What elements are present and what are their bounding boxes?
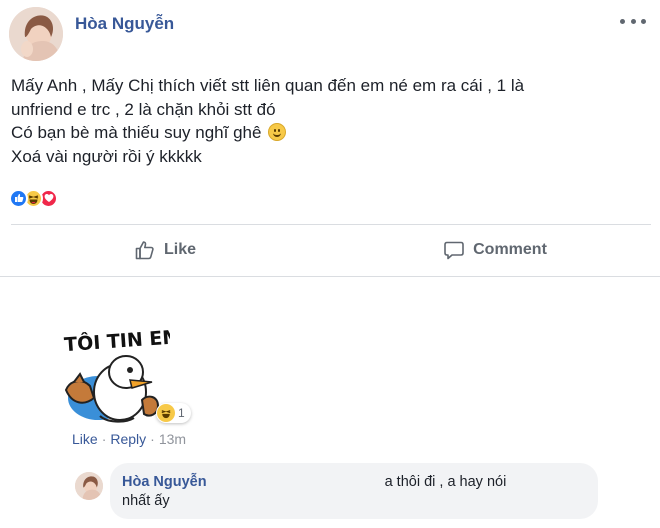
comment-actions: Like · Reply · 13m	[72, 431, 186, 447]
post-line: Có bạn bè mà thiếu suy nghĩ ghê	[11, 121, 651, 145]
post-action-bar: Like Comment	[0, 226, 660, 274]
reply-text: a thôi đi , a hay nói	[384, 474, 507, 490]
post-header: Hòa Nguyễn	[0, 0, 660, 72]
comments-separator	[0, 276, 660, 277]
separator: ·	[150, 431, 155, 447]
post-author-name[interactable]: Hòa Nguyễn	[75, 14, 174, 34]
dot	[641, 18, 646, 24]
dot	[630, 18, 636, 24]
comment-bubble-icon	[444, 241, 464, 260]
reply-text-continued: nhất ấy	[122, 493, 170, 509]
post-line: unfriend e trc , 2 là chặn khỏi stt đó	[11, 99, 276, 119]
like-button-label: Like	[163, 241, 196, 258]
avatar-photo	[9, 7, 63, 61]
comment-like-link[interactable]: Like	[72, 431, 98, 447]
reactions-summary[interactable]	[9, 187, 58, 209]
comment-button[interactable]: Comment	[330, 226, 660, 274]
comment-reply-link[interactable]: Reply	[110, 431, 146, 447]
post-line: Xoá vài người rồi ý kkkkk	[11, 146, 202, 166]
author-avatar[interactable]	[9, 7, 63, 61]
reply-comment-bubble: Hòa Nguyễn a thôi đi , a hay nói nhất ấy	[110, 463, 598, 519]
reply-line: Hòa Nguyễn a thôi đi , a hay nói	[122, 473, 584, 492]
reaction-count: 1	[178, 406, 185, 420]
divider	[11, 224, 651, 225]
comment-timestamp[interactable]: 13m	[159, 431, 186, 447]
comment-reaction-count[interactable]: 1	[156, 403, 191, 423]
comment-button-label: Comment	[473, 241, 547, 258]
separator: ·	[101, 431, 107, 447]
more-options-icon[interactable]	[620, 16, 646, 26]
thumbs-up-icon	[135, 241, 154, 260]
post-text: Mấy Anh , Mấy Chị thích viết stt liên qu…	[11, 74, 651, 168]
svg-text:TÔI TIN EM: TÔI TIN EM	[63, 324, 170, 356]
haha-icon	[157, 404, 175, 422]
dot	[620, 18, 625, 24]
reply-author-name[interactable]: Hòa Nguyễn	[122, 474, 207, 490]
like-icon	[9, 188, 28, 208]
reply-author-avatar[interactable]	[75, 472, 103, 500]
like-button[interactable]: Like	[0, 226, 330, 274]
avatar-photo	[75, 472, 103, 500]
post-line: Mấy Anh , Mấy Chị thích viết stt liên qu…	[11, 76, 525, 95]
smile-emoji-icon	[268, 123, 287, 141]
duck-sticker-image: TÔI TIN EM	[63, 324, 182, 423]
sticker-comment[interactable]: TÔI TIN EM	[60, 320, 182, 430]
